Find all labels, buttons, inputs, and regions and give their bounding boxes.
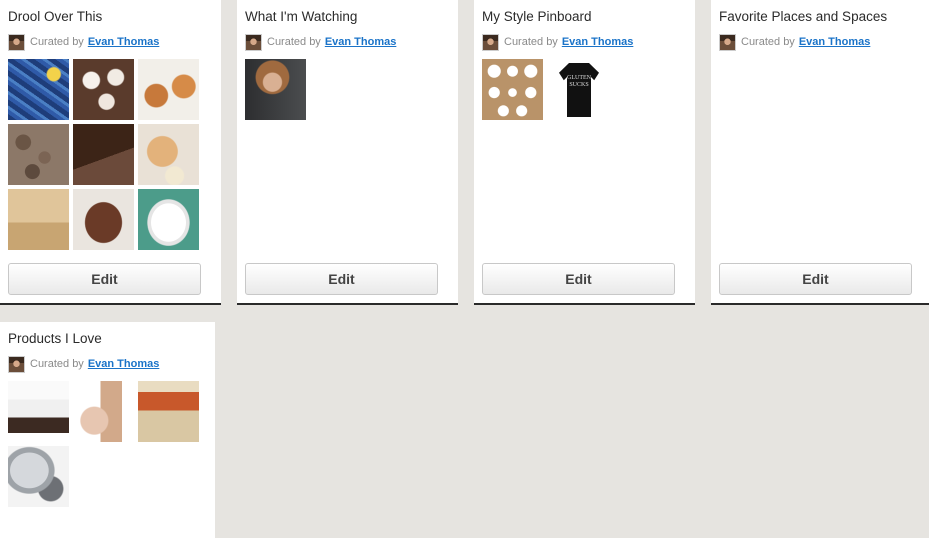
avatar[interactable] [8,33,25,51]
board-card-drool-over-this: Drool Over This Curated by Evan Thomas E… [0,0,221,305]
board-title[interactable]: Products I Love [8,331,102,346]
curator-line: Curated by Evan Thomas [8,33,159,51]
avatar[interactable] [482,33,499,51]
pin-thumbnail[interactable] [8,189,69,250]
pin-thumbnail[interactable] [73,189,134,250]
pin-thumbnail[interactable] [8,124,69,185]
pin-thumbnail[interactable] [138,189,199,250]
pin-thumbnail[interactable] [245,59,306,120]
curated-by-label: Curated by [741,36,795,48]
board-card-my-style-pinboard: My Style Pinboard Curated by Evan Thomas… [474,0,695,305]
pin-thumbnail-grid [245,59,436,120]
edit-button[interactable]: Edit [8,263,201,295]
pin-thumbnail[interactable] [8,59,69,120]
curated-by-label: Curated by [30,358,84,370]
edit-button[interactable]: Edit [245,263,438,295]
pin-thumbnail[interactable] [73,381,134,442]
pin-thumbnail-grid: GLUTEN SUCKS [482,59,673,120]
board-card-what-im-watching: What I'm Watching Curated by Evan Thomas… [237,0,458,305]
avatar[interactable] [8,355,25,373]
curator-link[interactable]: Evan Thomas [88,36,160,48]
pin-thumbnail[interactable] [138,59,199,120]
curator-line: Curated by Evan Thomas [719,33,870,51]
curator-line: Curated by Evan Thomas [8,355,159,373]
curator-line: Curated by Evan Thomas [482,33,633,51]
pin-thumbnail[interactable] [73,124,134,185]
curator-link[interactable]: Evan Thomas [799,36,871,48]
pin-thumbnail[interactable] [8,446,69,507]
board-card-products-i-love: Products I Love Curated by Evan Thomas [0,322,215,538]
edit-button[interactable]: Edit [482,263,675,295]
board-title[interactable]: What I'm Watching [245,9,357,24]
pin-thumbnail[interactable] [482,59,543,120]
shirt-text: GLUTEN SUCKS [567,75,591,88]
curator-link[interactable]: Evan Thomas [88,358,160,370]
curator-link[interactable]: Evan Thomas [562,36,634,48]
avatar[interactable] [245,33,262,51]
curated-by-label: Curated by [30,36,84,48]
edit-button[interactable]: Edit [719,263,912,295]
pin-thumbnail[interactable] [138,124,199,185]
curator-link[interactable]: Evan Thomas [325,36,397,48]
shirt-image [559,63,599,117]
board-card-favorite-places: Favorite Places and Spaces Curated by Ev… [711,0,929,305]
curated-by-label: Curated by [504,36,558,48]
avatar[interactable] [719,33,736,51]
board-title[interactable]: Favorite Places and Spaces [719,9,887,24]
pin-thumbnail[interactable]: GLUTEN SUCKS [547,59,608,120]
curated-by-label: Curated by [267,36,321,48]
pin-thumbnail[interactable] [138,381,199,442]
board-title[interactable]: Drool Over This [8,9,102,24]
pin-thumbnail-grid [8,381,199,507]
pin-thumbnail-grid [8,59,199,250]
pin-thumbnail[interactable] [8,381,69,442]
curator-line: Curated by Evan Thomas [245,33,396,51]
pin-thumbnail[interactable] [73,59,134,120]
board-title[interactable]: My Style Pinboard [482,9,592,24]
